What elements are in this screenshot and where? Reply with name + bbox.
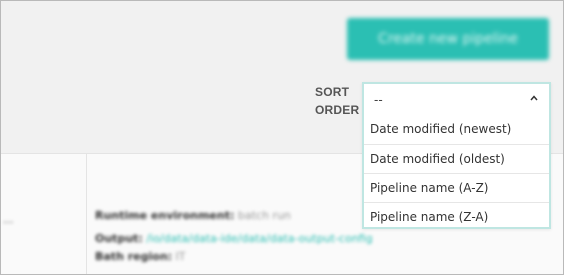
region-label: Bath region:	[95, 250, 173, 263]
sort-order-dropdown[interactable]: -- Date modified (newest) Date modified …	[362, 82, 551, 229]
chevron-up-icon	[530, 95, 538, 101]
output-label: Output:	[95, 232, 143, 245]
sort-order-selected-value: --	[374, 92, 383, 107]
create-pipeline-button[interactable]: Create new pipeline	[347, 18, 549, 60]
divider	[86, 153, 87, 274]
sort-order-select[interactable]: --	[364, 84, 549, 115]
sort-option-date-oldest[interactable]: Date modified (oldest)	[364, 144, 549, 173]
sort-option-name-a-z[interactable]: Pipeline name (A-Z)	[364, 173, 549, 202]
sort-option-name-z-a[interactable]: Pipeline name (Z-A)	[364, 202, 549, 231]
pipeline-output-row: Output: /io/data/data-ide/data/data-outp…	[95, 232, 373, 245]
pipeline-region-row: Bath region: IT	[95, 250, 186, 263]
output-link[interactable]: /io/data/data-ide/data/data-output-confi…	[146, 232, 372, 245]
sort-order-menu: Date modified (newest) Date modified (ol…	[364, 115, 549, 231]
sort-order-label: SORT ORDER	[315, 85, 360, 117]
region-value: IT	[175, 250, 186, 263]
sort-option-date-newest[interactable]: Date modified (newest)	[364, 115, 549, 144]
runtime-value: batch run	[237, 209, 291, 222]
runtime-label: Runtime environment:	[95, 209, 235, 222]
pipeline-name-snippet: ...	[3, 213, 14, 226]
pipeline-runtime-row: Runtime environment: batch run	[95, 209, 291, 222]
